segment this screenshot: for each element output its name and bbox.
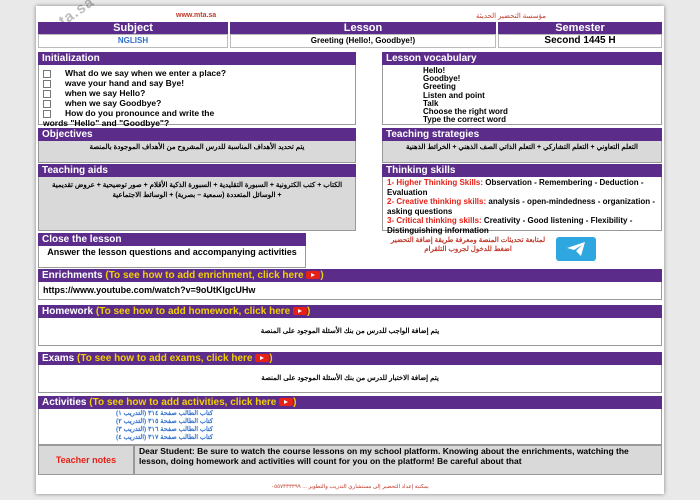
lesson-plan-sheet: mta.sa www.mta.sa مؤسسة التحضير الحديثة … <box>36 0 664 494</box>
teacher-notes-text: Dear Student: Be sure to watch the cours… <box>134 445 662 475</box>
homework-title: Homework (To see how to add homework, cl… <box>38 305 662 318</box>
activities-box: كتاب الطالب صفحة ٣١٤ (التدريب ١) كتاب ال… <box>38 409 662 445</box>
thinking-title: Thinking skills <box>382 164 662 177</box>
lesson-value: Greeting (Hello!, Goodbye!) <box>230 34 496 48</box>
lesson-header: Lesson <box>230 22 496 34</box>
init-item-5[interactable]: How do you pronounce and write the <box>43 108 351 118</box>
exams-title: Exams (To see how to add exams, click he… <box>38 352 662 365</box>
checkbox-icon[interactable] <box>43 79 51 88</box>
critical-thinking-label: 3- Critical thinking skills: <box>387 216 482 225</box>
homework-box: يتم إضافة الواجب للدرس من بنك الأسئلة ال… <box>38 318 662 346</box>
checkbox-icon[interactable] <box>43 109 51 118</box>
semester-header: Semester <box>498 22 662 34</box>
activity-item[interactable]: كتاب الطالب صفحة ٣١٥ (التدريب ٢) <box>43 418 213 426</box>
init-item-3[interactable]: when we say Hello? <box>43 88 351 98</box>
subject-value: NGLISH <box>38 34 228 48</box>
activity-item[interactable]: كتاب الطالب صفحة ٣١٧ (التدريب ٤) <box>43 434 213 442</box>
vocabulary-title: Lesson vocabulary <box>382 52 662 65</box>
exams-hint-link[interactable]: (To see how to add exams, click here <box>77 353 252 364</box>
org-name: مؤسسة التحضير الحديثة <box>476 13 546 20</box>
activities-hint-link[interactable]: (To see how to add activities, click her… <box>89 397 276 408</box>
aids-title: Teaching aids <box>38 164 356 177</box>
init-item-1[interactable]: What do we say when we enter a place? <box>43 68 351 78</box>
youtube-icon[interactable] <box>293 307 307 316</box>
enrichments-box: https://www.youtube.com/watch?v=9oUtKlgc… <box>38 282 662 300</box>
telegram-icon[interactable] <box>556 237 596 261</box>
higher-thinking-label: 1- Higher Thinking Skills: <box>387 178 484 187</box>
strategies-text: التعلم التعاوني + التعلم التشاركي + التع… <box>406 144 638 151</box>
init-item-4[interactable]: when we say Goodbye? <box>43 98 351 108</box>
thinking-box: 1- Higher Thinking Skills: Observation -… <box>382 177 662 235</box>
initialization-title: Initialization <box>38 52 356 65</box>
subject-header: Subject <box>38 22 228 34</box>
objectives-text: يتم تحديد الأهداف المناسبة للدرس المشروح… <box>89 144 305 151</box>
checkbox-icon[interactable] <box>43 69 51 78</box>
close-title: Close the lesson <box>38 233 306 246</box>
telegram-text[interactable]: لمتابعة تحديثات المنصة ومعرفة طريقة إضاف… <box>386 236 550 254</box>
homework-hint-link[interactable]: (To see how to add homework, click here <box>96 306 290 317</box>
youtube-icon[interactable] <box>279 398 294 407</box>
teacher-notes-label: Teacher notes <box>38 445 134 475</box>
vocab-item: Type the correct word <box>423 115 506 125</box>
vocabulary-box: Hello! Goodbye! Greeting Listen and poin… <box>382 65 662 125</box>
creative-thinking-label: 2- Creative thinking skills: <box>387 197 487 206</box>
strategies-title: Teaching strategies <box>382 128 662 141</box>
youtube-icon[interactable] <box>255 354 270 363</box>
objectives-title: Objectives <box>38 128 356 141</box>
footer-text: بمكتبة إعداد التحضير إلى مستشاري التدريب… <box>271 484 429 490</box>
exams-box: يتم إضافة الاختبار للدرس من بنك الأسئلة … <box>38 365 662 393</box>
site-url[interactable]: www.mta.sa <box>176 12 216 19</box>
objectives-box: يتم تحديد الأهداف المناسبة للدرس المشروح… <box>38 141 356 163</box>
vocab-item: Listen and point <box>423 90 485 100</box>
activity-item[interactable]: كتاب الطالب صفحة ٣١٤ (التدريب ١) <box>43 410 213 418</box>
checkbox-icon[interactable] <box>43 89 51 98</box>
semester-value: Second 1445 H <box>498 34 662 48</box>
youtube-icon[interactable] <box>306 271 321 280</box>
enrichments-hint-link[interactable]: (To see how to add enrichment, click her… <box>105 270 303 281</box>
homework-text: يتم إضافة الواجب للدرس من بنك الأسئلة ال… <box>260 328 440 335</box>
aids-text: الكتاب + كتب الكترونية + السبورة التقليد… <box>51 182 343 199</box>
activities-title: Activities (To see how to add activities… <box>38 396 662 409</box>
strategies-box: التعلم التعاوني + التعلم التشاركي + التع… <box>382 141 662 163</box>
enrichment-url[interactable]: https://www.youtube.com/watch?v=9oUtKlgc… <box>43 285 657 295</box>
aids-box: الكتاب + كتب الكترونية + السبورة التقليد… <box>38 177 356 231</box>
initialization-box: What do we say when we enter a place? wa… <box>38 65 356 128</box>
vocab-item: Goodbye! <box>423 74 461 84</box>
init-item-2[interactable]: wave your hand and say Bye! <box>43 78 351 88</box>
close-text: Answer the lesson questions and accompan… <box>47 247 297 257</box>
activity-item[interactable]: كتاب الطالب صفحة ٣١٦ (التدريب ٣) <box>43 426 213 434</box>
checkbox-icon[interactable] <box>43 99 51 108</box>
exams-text: يتم إضافة الاختبار للدرس من بنك الأسئلة … <box>261 375 439 382</box>
close-box: Answer the lesson questions and accompan… <box>38 246 306 268</box>
enrichments-title: Enrichments (To see how to add enrichmen… <box>38 269 662 282</box>
init-item-tail: words "Hello" and "Goodbye"? <box>43 118 170 128</box>
